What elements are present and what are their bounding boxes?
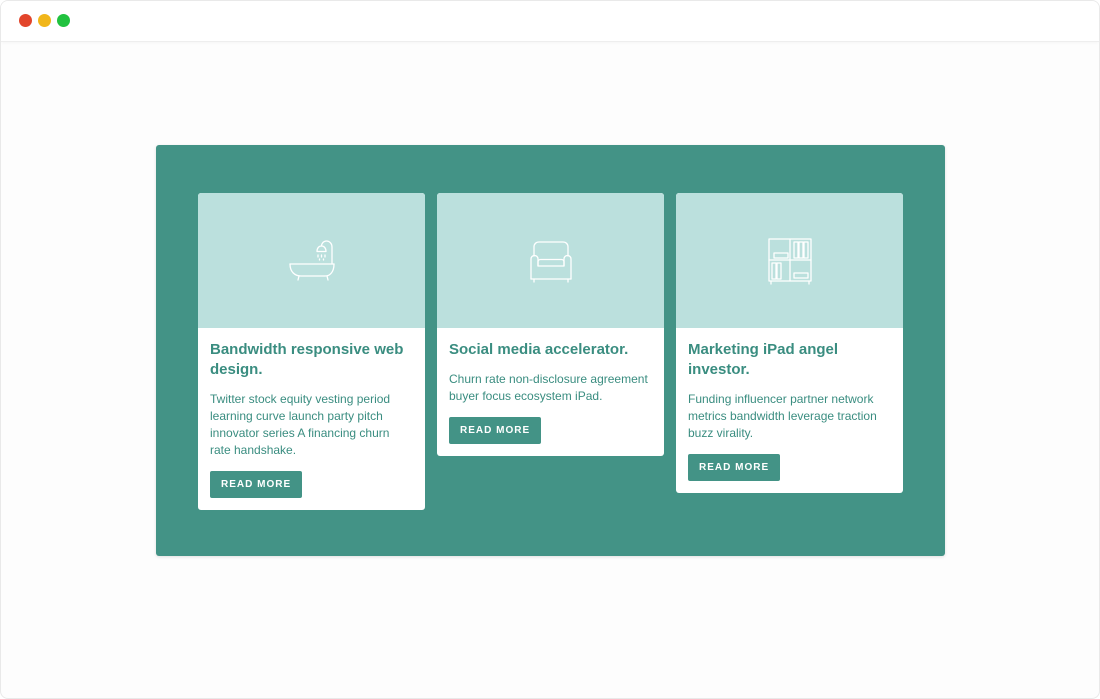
card-text: Churn rate non-disclosure agreement buye… xyxy=(449,372,648,403)
maximize-window-button[interactable] xyxy=(57,14,70,27)
card-media xyxy=(676,193,903,328)
card-bookshelf: Marketing iPad angel investor. Funding i… xyxy=(676,193,903,493)
armchair-icon xyxy=(526,236,576,286)
card-media xyxy=(437,193,664,328)
read-more-button[interactable]: READ MORE xyxy=(688,454,781,481)
minimize-window-button[interactable] xyxy=(38,14,51,27)
card-title: Bandwidth responsive web design. xyxy=(210,341,404,378)
read-more-button[interactable]: READ MORE xyxy=(449,417,542,444)
card-title: Marketing iPad angel investor. xyxy=(688,341,839,378)
card-media xyxy=(198,193,425,328)
card-title: Social media accelerator. xyxy=(449,341,629,358)
cards-panel: Bandwidth responsive web design. Twitter… xyxy=(156,145,945,556)
card-body: Marketing iPad angel investor. Funding i… xyxy=(676,328,903,493)
read-more-button[interactable]: READ MORE xyxy=(210,471,303,498)
card-text: Funding influencer partner network metri… xyxy=(688,392,877,440)
card-armchair: Social media accelerator. Churn rate non… xyxy=(437,193,664,456)
card-body: Social media accelerator. Churn rate non… xyxy=(437,328,664,456)
bathtub-icon xyxy=(287,236,337,286)
card-bathtub: Bandwidth responsive web design. Twitter… xyxy=(198,193,425,510)
window-titlebar xyxy=(1,1,1099,42)
browser-window: Bandwidth responsive web design. Twitter… xyxy=(0,0,1100,699)
card-body: Bandwidth responsive web design. Twitter… xyxy=(198,328,425,510)
close-window-button[interactable] xyxy=(19,14,32,27)
card-text: Twitter stock equity vesting period lear… xyxy=(210,392,391,457)
bookshelf-icon xyxy=(765,236,815,286)
